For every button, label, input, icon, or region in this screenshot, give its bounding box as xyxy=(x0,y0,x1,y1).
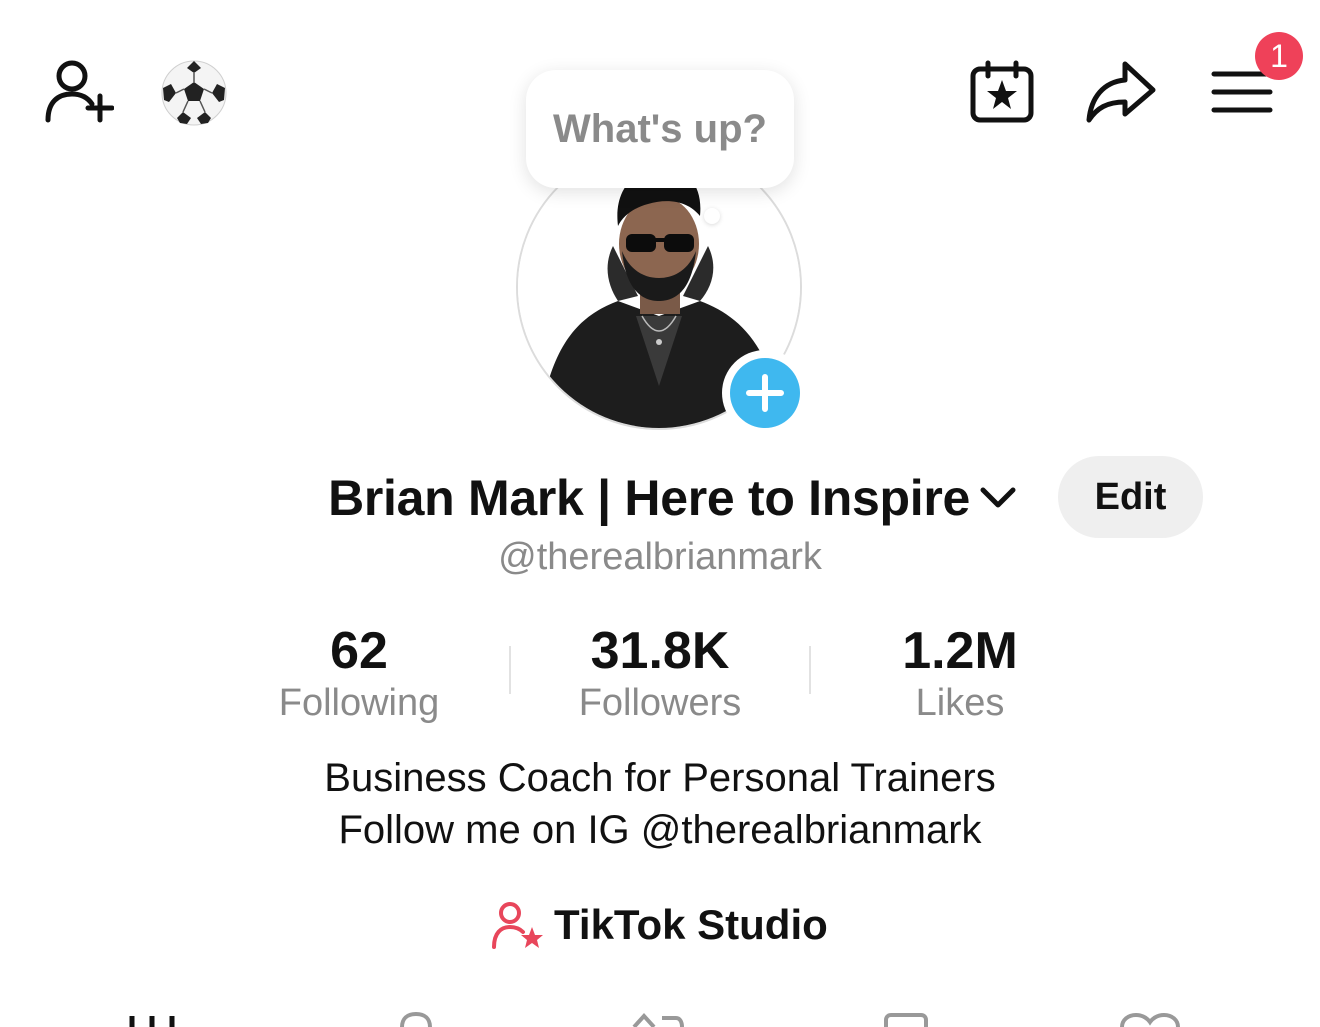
notification-badge: 1 xyxy=(1255,32,1303,80)
stat-label: Following xyxy=(278,682,440,724)
tab-saved[interactable] xyxy=(882,1010,930,1027)
soccer-ball-button[interactable] xyxy=(158,58,230,128)
bubble-tail-dot xyxy=(704,208,720,224)
soccer-ball-icon xyxy=(161,60,227,126)
share-button[interactable] xyxy=(1082,56,1160,126)
add-friend-button[interactable] xyxy=(40,56,116,126)
user-star-icon xyxy=(492,902,543,949)
stat-value: 31.8K xyxy=(590,622,730,680)
add-user-icon xyxy=(45,60,114,123)
bookmark-icon xyxy=(884,1013,928,1027)
stat-following[interactable]: 62 Following xyxy=(209,620,509,724)
tab-liked[interactable] xyxy=(1118,1010,1182,1027)
username-handle: @therealbrianmark xyxy=(498,536,822,578)
bio-line: Business Coach for Personal Trainers xyxy=(324,756,996,800)
stat-label: Followers xyxy=(578,682,742,724)
status-placeholder: What's up? xyxy=(553,106,767,151)
tiktok-studio-link[interactable]: TikTok Studio xyxy=(490,894,828,956)
display-name: Brian Mark | Here to Inspire xyxy=(328,470,970,526)
chevron-down-icon xyxy=(980,487,1016,508)
account-switch-dropdown[interactable] xyxy=(976,476,1020,520)
repost-icon xyxy=(632,1013,684,1027)
stat-likes[interactable]: 1.2M Likes xyxy=(810,620,1110,724)
calendar-button[interactable] xyxy=(966,58,1038,126)
grid-icon xyxy=(129,1016,175,1027)
status-bubble[interactable]: What's up? xyxy=(526,70,794,188)
profile-bio: Business Coach for Personal Trainers Fol… xyxy=(210,752,1110,856)
tab-private[interactable] xyxy=(396,1010,436,1027)
heart-icon xyxy=(1120,1012,1180,1027)
calendar-star-icon xyxy=(970,60,1034,123)
lock-icon xyxy=(400,1011,432,1027)
add-story-button[interactable] xyxy=(722,350,808,436)
stat-value: 1.2M xyxy=(902,622,1018,680)
stat-followers[interactable]: 31.8K Followers xyxy=(510,620,810,724)
tiktok-studio-label: TikTok Studio xyxy=(554,901,828,948)
bio-line: Follow me on IG @therealbrianmark xyxy=(338,808,982,852)
tab-videos[interactable] xyxy=(126,1010,178,1027)
hamburger-menu-icon xyxy=(1211,71,1273,113)
stat-value: 62 xyxy=(330,622,388,680)
display-name-row[interactable]: Brian Mark | Here to Inspire xyxy=(260,466,1020,530)
plus-icon xyxy=(746,374,784,412)
stat-label: Likes xyxy=(915,682,1005,724)
edit-profile-button[interactable]: Edit xyxy=(1058,456,1203,538)
share-arrow-icon xyxy=(1086,61,1156,123)
tab-reposts[interactable] xyxy=(630,1010,686,1027)
